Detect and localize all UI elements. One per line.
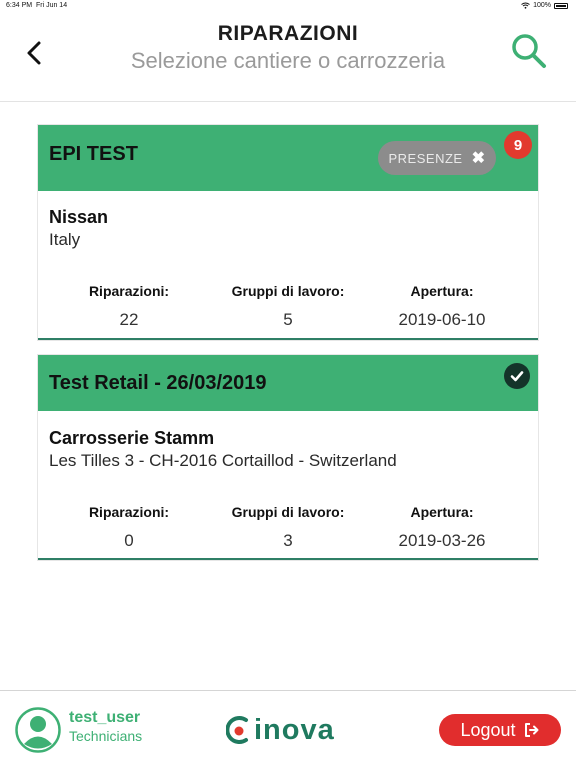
header: RIPARAZIONI Selezione cantiere o carrozz… xyxy=(0,12,576,102)
stat-value-riparazioni: 22 xyxy=(119,310,139,329)
stat-label-gruppi: Gruppi di lavoro: xyxy=(231,504,345,520)
site-card[interactable]: EPI TEST PRESENZE ✖ 9 Nissan Italy Ripar… xyxy=(38,125,538,340)
page-title: RIPARAZIONI xyxy=(217,22,359,45)
card-header: EPI TEST PRESENZE ✖ 9 xyxy=(38,125,538,191)
status-right: 100% xyxy=(521,2,568,9)
check-circle-icon xyxy=(504,363,530,389)
stat-label-apertura: Apertura: xyxy=(410,504,474,520)
company-address: Italy xyxy=(49,230,81,249)
stat-value-apertura: 2019-06-10 xyxy=(398,310,486,329)
battery-icon xyxy=(554,2,568,9)
status-time: 6:34 PM Fri Jun 14 xyxy=(6,2,68,9)
company-name: Carrosserie Stamm xyxy=(49,428,215,448)
stat-label-riparazioni: Riparazioni: xyxy=(88,283,170,299)
presenze-button[interactable]: PRESENZE ✖ xyxy=(378,141,496,175)
logo-text: inova xyxy=(254,713,335,746)
card-header: Test Retail - 26/03/2019 xyxy=(38,355,538,411)
stat-label-apertura: Apertura: xyxy=(410,283,474,299)
inova-logo: inova xyxy=(226,713,352,747)
logout-button[interactable]: Logout xyxy=(439,714,561,746)
close-icon: ✖ xyxy=(471,150,486,167)
stat-value-gruppi: 3 xyxy=(283,531,293,550)
stat-label-gruppi: Gruppi di lavoro: xyxy=(231,283,345,299)
company-address: Les Tilles 3 - CH-2016 Cortaillod - Swit… xyxy=(49,451,397,470)
stat-value-riparazioni: 0 xyxy=(124,531,134,550)
notification-badge: 9 xyxy=(504,131,532,159)
footer: test_user Technicians inova Logout xyxy=(0,690,576,768)
card-title: Test Retail - 26/03/2019 xyxy=(49,372,267,394)
battery-percent: 100% xyxy=(533,2,551,9)
wifi-icon xyxy=(521,2,530,9)
status-bar: 6:34 PM Fri Jun 14 100% xyxy=(0,0,576,12)
company-name: Nissan xyxy=(49,207,109,227)
site-card[interactable]: Test Retail - 26/03/2019 Carrosserie Sta… xyxy=(38,355,538,560)
page-subtitle: Selezione cantiere o carrozzeria xyxy=(130,48,446,73)
logout-label: Logout xyxy=(460,719,516,740)
stat-label-riparazioni: Riparazioni: xyxy=(88,504,170,520)
logo-mark-icon xyxy=(226,716,248,744)
search-icon[interactable] xyxy=(510,32,548,70)
logout-icon xyxy=(524,723,539,737)
presenze-label: PRESENZE xyxy=(388,150,463,166)
stat-value-gruppi: 5 xyxy=(283,310,293,329)
card-title: EPI TEST xyxy=(49,143,138,165)
username: test_user xyxy=(69,709,141,726)
user-avatar-icon[interactable] xyxy=(15,707,61,753)
stat-value-apertura: 2019-03-26 xyxy=(398,531,486,550)
user-role: Technicians xyxy=(69,728,143,744)
